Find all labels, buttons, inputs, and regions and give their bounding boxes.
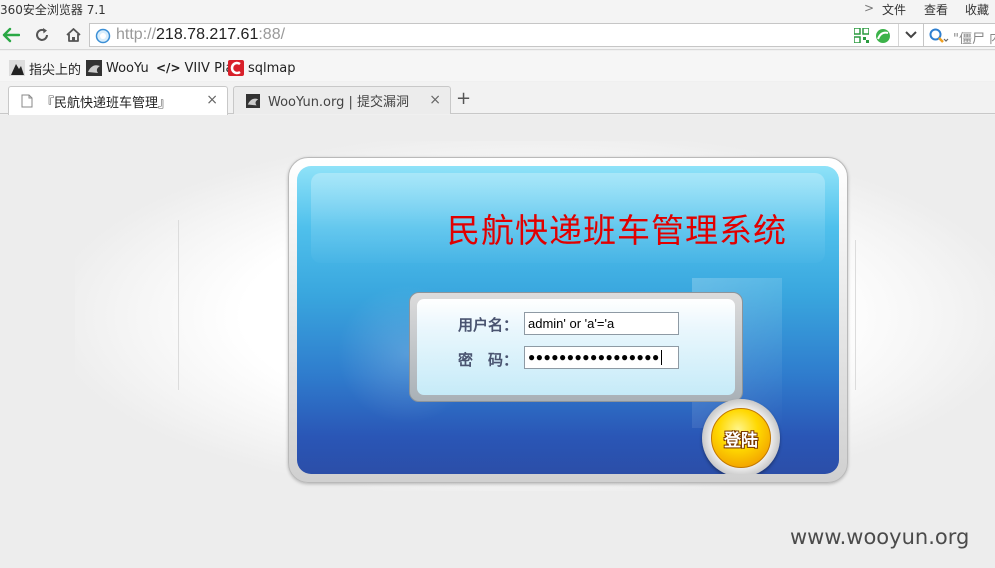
watermark: www.wooyun.org: [790, 525, 970, 549]
username-input[interactable]: admin' or 'a'='a: [524, 312, 679, 335]
chevron-down-icon: [904, 31, 917, 39]
password-input[interactable]: ●●●●●●●●●●●●●●●●●: [524, 346, 679, 369]
sqlmap-icon: [228, 60, 244, 76]
url-port: :88/: [258, 26, 286, 43]
bookmark-label: VIIV Pla: [184, 60, 234, 76]
tab-label: 『民航快递班车管理』: [41, 95, 172, 111]
login-button[interactable]: 登陆: [702, 399, 780, 474]
close-icon[interactable]: ×: [429, 92, 441, 108]
search-box[interactable]: "僵尸 内: [923, 23, 995, 47]
background-line: [178, 220, 179, 390]
code-tag-icon: </>: [156, 61, 181, 75]
bookmark-item[interactable]: sqlmap: [228, 59, 296, 77]
login-form: 用户名： admin' or 'a'='a 密 码： ●●●●●●●●●●●●●…: [409, 292, 743, 402]
navigation-toolbar: http://218.78.217.61:88/ "僵尸 内: [0, 20, 995, 50]
globe-icon: [95, 28, 111, 44]
login-form-inner: 用户名： admin' or 'a'='a 密 码： ●●●●●●●●●●●●●…: [417, 299, 735, 395]
refresh-button[interactable]: [31, 24, 53, 46]
system-title: 民航快递班车管理系统: [447, 211, 787, 250]
tab-active[interactable]: 『民航快递班车管理』 ×: [8, 86, 228, 115]
menu-view[interactable]: 查看: [924, 1, 948, 18]
bookmark-item[interactable]: </> VIIV Pla: [156, 59, 234, 77]
page-content: 民航快递班车管理系统 用户名： admin' or 'a'='a 密 码： ●●…: [0, 115, 995, 568]
black-white-photo-icon: [9, 60, 25, 76]
url-host: 218.78.217.61: [156, 26, 259, 43]
login-button-face: 登陆: [711, 408, 771, 468]
address-bar[interactable]: http://218.78.217.61:88/: [89, 23, 924, 47]
bookmark-item[interactable]: WooYu: [86, 59, 149, 77]
page-icon: [21, 94, 33, 108]
username-label: 用户名：: [458, 316, 519, 334]
tab-label: WooYun.org | 提交漏洞: [268, 95, 410, 110]
wooyun-icon: [86, 60, 102, 76]
address-dropdown[interactable]: [898, 24, 922, 46]
login-panel-inner: 民航快递班车管理系统 用户名： admin' or 'a'='a 密 码： ●●…: [297, 166, 839, 474]
qr-code-icon[interactable]: [854, 28, 869, 43]
browser-title-bar: 360安全浏览器 7.1 > 文件 查看 收藏: [0, 0, 995, 20]
bookmark-label: 指尖上的: [29, 62, 82, 78]
text-caret: [660, 350, 662, 366]
login-button-label: 登陆: [724, 430, 758, 451]
tab-wooyun[interactable]: WooYun.org | 提交漏洞 ×: [233, 86, 451, 114]
menu-arrow[interactable]: >: [864, 1, 874, 15]
close-icon[interactable]: ×: [206, 92, 218, 108]
back-button[interactable]: [0, 24, 22, 46]
login-panel: 民航快递班车管理系统 用户名： admin' or 'a'='a 密 码： ●●…: [288, 157, 848, 483]
password-mask: ●●●●●●●●●●●●●●●●●: [528, 350, 660, 364]
new-tab-button[interactable]: +: [456, 89, 471, 109]
menu-file[interactable]: 文件: [882, 1, 906, 18]
bookmarks-bar: 指尖上的 WooYu </> VIIV Pla sqlmap: [0, 51, 995, 81]
home-icon: [65, 28, 81, 42]
url-protocol: http://: [116, 26, 157, 43]
search-placeholder: "僵尸 内: [953, 32, 995, 47]
url-text[interactable]: http://218.78.217.61:88/: [116, 26, 285, 44]
menu-favorites[interactable]: 收藏: [965, 1, 989, 18]
search-icon: [929, 28, 949, 43]
bookmark-item[interactable]: 指尖上的: [9, 59, 82, 78]
home-button[interactable]: [62, 24, 84, 46]
bookmark-label: sqlmap: [248, 60, 296, 76]
back-arrow-icon: [2, 27, 20, 43]
refresh-icon: [36, 28, 48, 41]
wooyun-icon: [246, 93, 260, 108]
speed-mode-icon[interactable]: [875, 28, 891, 44]
tab-strip: 『民航快递班车管理』 × WooYun.org | 提交漏洞 × +: [0, 82, 995, 115]
background-line: [855, 240, 856, 390]
password-label: 密 码：: [458, 351, 519, 369]
bookmark-label: WooYu: [106, 60, 149, 76]
app-title: 360安全浏览器 7.1: [0, 3, 106, 17]
